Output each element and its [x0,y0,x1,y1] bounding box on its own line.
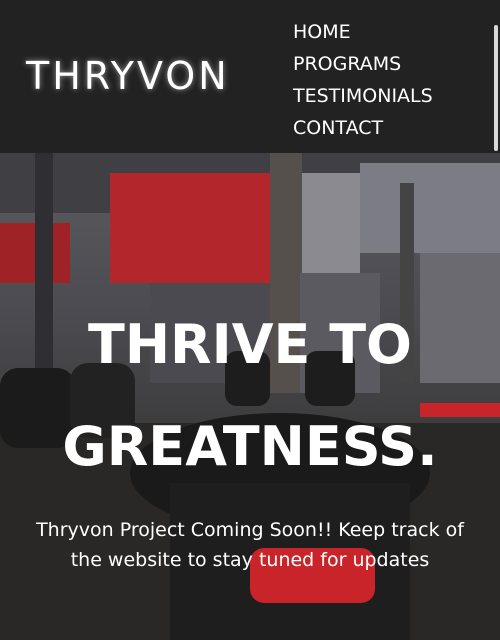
site-logo[interactable]: THRYVON [26,54,230,98]
hero-subtitle: Thryvon Project Coming Soon!! Keep track… [36,519,464,571]
main-nav: HOME PROGRAMS TESTIMONIALS CONTACT [293,16,433,144]
scrollbar[interactable] [494,25,498,151]
hero-headline-line2: GREATNESS. [62,415,438,478]
nav-link-contact[interactable]: CONTACT [293,112,433,144]
hero-section: THRIVE TO GREATNESS. Thryvon Project Com… [0,153,500,640]
nav-link-programs[interactable]: PROGRAMS [293,48,433,80]
hero-headline-line1: THRIVE TO [88,313,412,376]
site-header: THRYVON HOME PROGRAMS TESTIMONIALS CONTA… [0,0,500,153]
nav-link-home[interactable]: HOME [293,16,433,48]
nav-link-testimonials[interactable]: TESTIMONIALS [293,80,433,112]
